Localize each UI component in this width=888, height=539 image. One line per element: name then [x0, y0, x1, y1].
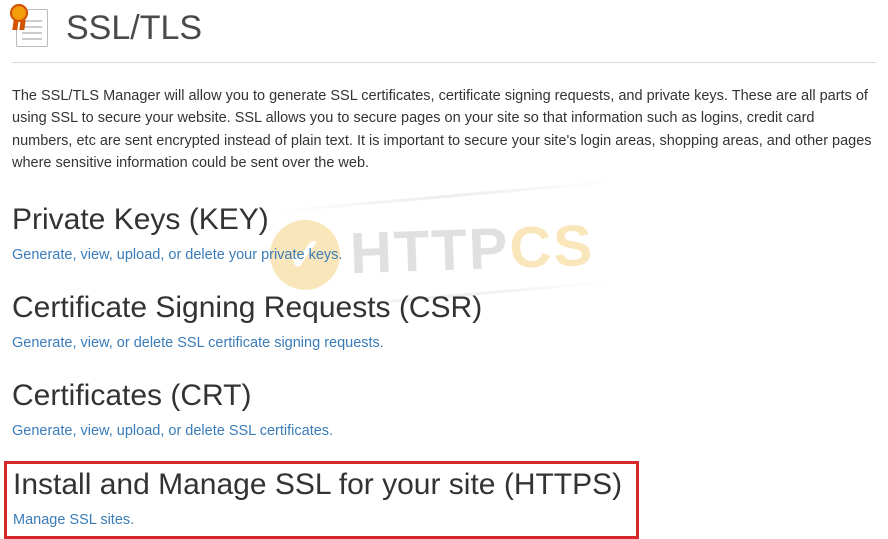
section-csr: Certificate Signing Requests (CSR) Gener… — [12, 291, 876, 351]
heading-certificates: Certificates (CRT) — [12, 379, 876, 413]
section-certificates: Certificates (CRT) Generate, view, uploa… — [12, 379, 876, 439]
heading-private-keys: Private Keys (KEY) — [12, 203, 876, 237]
link-private-keys[interactable]: Generate, view, upload, or delete your p… — [12, 247, 876, 263]
page-title: SSL/TLS — [66, 9, 202, 48]
link-csr[interactable]: Generate, view, or delete SSL certificat… — [12, 335, 876, 351]
heading-install-ssl: Install and Manage SSL for your site (HT… — [13, 468, 630, 502]
section-private-keys: Private Keys (KEY) Generate, view, uploa… — [12, 203, 876, 263]
section-install-ssl-highlighted: Install and Manage SSL for your site (HT… — [4, 461, 639, 539]
link-manage-ssl-sites[interactable]: Manage SSL sites. — [13, 512, 630, 528]
link-certificates[interactable]: Generate, view, upload, or delete SSL ce… — [12, 423, 876, 439]
heading-csr: Certificate Signing Requests (CSR) — [12, 291, 876, 325]
ssl-certificate-icon — [12, 8, 52, 48]
intro-text: The SSL/TLS Manager will allow you to ge… — [12, 85, 876, 175]
page-header: SSL/TLS — [12, 0, 876, 63]
